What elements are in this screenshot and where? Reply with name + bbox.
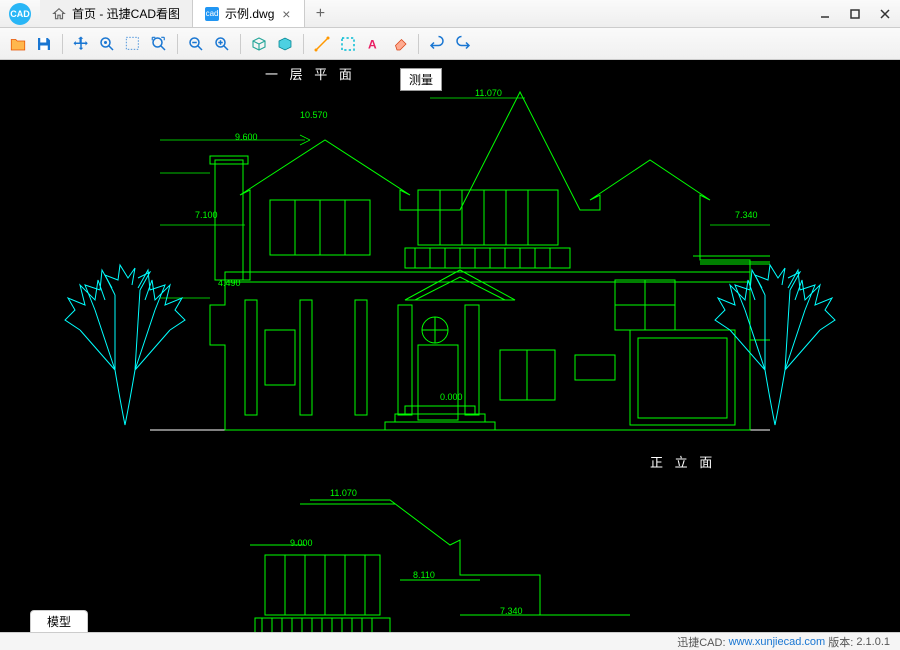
- tree-right: [710, 260, 840, 430]
- tab-home[interactable]: 首页 - 迅捷CAD看图: [40, 0, 193, 27]
- separator: [62, 34, 63, 54]
- dim: 7.340: [735, 210, 758, 220]
- toolbar: A: [0, 28, 900, 60]
- erase-button[interactable]: [388, 32, 412, 56]
- drawing-canvas[interactable]: 测量 一 层 平 面 正 立 面: [0, 60, 900, 632]
- dim: 7.340: [500, 606, 523, 616]
- maximize-button[interactable]: [840, 0, 870, 27]
- measure-button[interactable]: [310, 32, 334, 56]
- dim: 9.600: [235, 132, 258, 142]
- redo-button[interactable]: [451, 32, 475, 56]
- home-icon: [52, 7, 66, 21]
- separator: [303, 34, 304, 54]
- tab-home-label: 首页 - 迅捷CAD看图: [72, 5, 180, 22]
- open-button[interactable]: [6, 32, 30, 56]
- dim: 7.100: [195, 210, 218, 220]
- status-url: www.xunjiecad.com: [729, 636, 826, 648]
- dim: 10.570: [300, 110, 328, 120]
- dim: 9.000: [290, 538, 313, 548]
- status-brand: 迅捷CAD:: [677, 634, 725, 650]
- tooltip: 测量: [400, 68, 442, 91]
- status-version: 2.1.0.1: [856, 636, 890, 648]
- minimize-button[interactable]: [810, 0, 840, 27]
- dim: 11.070: [330, 488, 357, 498]
- tab-add-button[interactable]: +: [305, 0, 335, 27]
- svg-text:CAD: CAD: [10, 9, 30, 19]
- app-icon: CAD: [0, 0, 40, 27]
- titlebar: CAD 首页 - 迅捷CAD看图 cad 示例.dwg × +: [0, 0, 900, 28]
- model-tab[interactable]: 模型: [30, 610, 88, 632]
- separator: [240, 34, 241, 54]
- svg-text:A: A: [368, 37, 377, 51]
- tab-close-icon[interactable]: ×: [280, 8, 292, 20]
- area-button[interactable]: [336, 32, 360, 56]
- view3d-button[interactable]: [247, 32, 271, 56]
- elevation-title: 正 立 面: [650, 452, 716, 471]
- zoom-in-button[interactable]: [210, 32, 234, 56]
- dim: 0.000: [440, 392, 463, 402]
- separator: [177, 34, 178, 54]
- separator: [418, 34, 419, 54]
- status-version-label: 版本:: [828, 634, 853, 650]
- save-button[interactable]: [32, 32, 56, 56]
- dim: 8.110: [413, 570, 435, 580]
- dim: 11.070: [475, 88, 502, 98]
- tab-file[interactable]: cad 示例.dwg ×: [193, 0, 305, 27]
- undo-button[interactable]: [425, 32, 449, 56]
- tab-file-label: 示例.dwg: [225, 5, 274, 22]
- dim: 4.490: [218, 278, 241, 288]
- window-controls: [810, 0, 900, 27]
- text-button[interactable]: A: [362, 32, 386, 56]
- elevation-drawing-2: [200, 480, 640, 632]
- close-button[interactable]: [870, 0, 900, 27]
- pan-button[interactable]: [69, 32, 93, 56]
- zoom-extent-button[interactable]: [95, 32, 119, 56]
- tree-left: [60, 260, 190, 430]
- zoom-fit-button[interactable]: [147, 32, 171, 56]
- dwg-icon: cad: [205, 7, 219, 21]
- zoom-window-button[interactable]: [121, 32, 145, 56]
- cube-button[interactable]: [273, 32, 297, 56]
- zoom-out-button[interactable]: [184, 32, 208, 56]
- statusbar: 迅捷CAD: www.xunjiecad.com 版本: 2.1.0.1: [0, 632, 900, 650]
